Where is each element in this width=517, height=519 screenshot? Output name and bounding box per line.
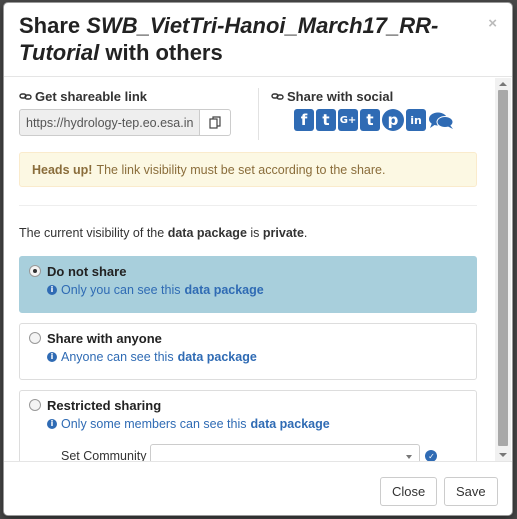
title-suffix: with others (105, 40, 223, 65)
social-share-label: Share with social (271, 88, 454, 105)
option-desc-object: data package (250, 417, 330, 431)
divider (19, 205, 477, 206)
option-desc-text: Only you can see this (61, 283, 181, 297)
scroll-up-icon[interactable] (499, 82, 507, 86)
option-description: i Anyone can see this data package (47, 349, 466, 365)
social-icons: f t G+ t p in (271, 109, 454, 131)
option-title: Restricted sharing (47, 398, 162, 413)
shareable-link-input[interactable] (19, 109, 200, 136)
option-desc-text: Only some members can see this (61, 417, 247, 431)
option-desc-object: data package (177, 350, 257, 364)
facebook-icon[interactable]: f (294, 109, 314, 131)
alert-strong: Heads up! (32, 162, 93, 177)
share-modal: Share SWB_VietTri-Hanoi_March17_RR-Tutor… (3, 2, 513, 516)
link-icon (19, 93, 32, 100)
title-prefix: Share (19, 13, 81, 38)
shareable-link-label: Get shareable link (19, 88, 244, 105)
option-desc-text: Anyone can see this (61, 350, 174, 364)
visibility-prefix: The current visibility of the (19, 226, 165, 240)
option-description: i Only some members can see this data pa… (47, 416, 466, 432)
modal-body: Get shareable link https://hydrology-tep… (4, 78, 493, 461)
radio-share-with-anyone[interactable] (29, 332, 41, 344)
option-title: Do not share (47, 264, 127, 279)
radio-do-not-share[interactable] (29, 265, 41, 277)
radio-restricted-sharing[interactable] (29, 399, 41, 411)
visibility-middle: is (250, 226, 260, 240)
save-button[interactable]: Save (444, 477, 498, 506)
option-title: Share with anyone (47, 331, 162, 346)
visibility-object: data package (167, 226, 247, 240)
close-button[interactable]: Close (380, 477, 438, 506)
info-icon: i (47, 419, 57, 429)
close-icon[interactable]: × (488, 15, 497, 32)
package-name: SWB_VietTri-Hanoi_March17_RR-Tutorial (19, 13, 439, 65)
link-input-group (19, 109, 244, 136)
modal-header: Share SWB_VietTri-Hanoi_March17_RR-Tutor… (4, 3, 512, 77)
share-row: Get shareable link https://hydrology-tep… (19, 88, 477, 152)
copy-icon (209, 116, 221, 129)
modal-scrollbar[interactable] (495, 78, 511, 461)
option-description: i Only you can see this data package (47, 282, 466, 298)
scroll-down-icon[interactable] (499, 453, 507, 457)
shareable-link-section: Get shareable link (19, 88, 244, 152)
linkedin-icon[interactable]: in (406, 109, 426, 131)
twitter-icon[interactable]: t (316, 109, 336, 131)
option-restricted-sharing[interactable]: Restricted sharing i Only some members c… (19, 390, 477, 461)
shareable-link-text: Get shareable link (35, 89, 147, 104)
google-plus-icon[interactable]: G+ (338, 109, 358, 131)
visibility-status: The current visibility of the data packa… (19, 225, 477, 241)
social-share-text: Share with social (287, 89, 394, 104)
comments-icon[interactable] (428, 109, 454, 131)
info-icon: i (47, 352, 57, 362)
pinterest-icon[interactable]: p (382, 109, 404, 131)
modal-footer: Close Save (4, 461, 512, 515)
modal-title: Share SWB_VietTri-Hanoi_March17_RR-Tutor… (19, 12, 474, 66)
social-share-section: Share with social f t G+ t p in (258, 88, 454, 140)
community-select[interactable] (150, 444, 421, 461)
visibility-state: private (262, 226, 304, 240)
scrollbar-thumb[interactable] (498, 90, 508, 446)
check-circle-icon: ✓ (425, 450, 438, 461)
copy-link-button[interactable] (200, 109, 231, 136)
alert-text: The link visibility must be set accordin… (96, 162, 386, 177)
option-desc-object: data package (184, 283, 264, 297)
comments-icon-shape (429, 112, 454, 129)
link-icon (271, 93, 284, 100)
visibility-alert: Heads up! The link visibility must be se… (19, 152, 477, 187)
tumblr-icon[interactable]: t (360, 109, 380, 131)
option-share-with-anyone[interactable]: Share with anyone i Anyone can see this … (19, 323, 477, 380)
community-label: Set Community (61, 449, 147, 461)
info-icon: i (47, 285, 57, 295)
visibility-suffix: . (303, 226, 308, 240)
option-do-not-share[interactable]: Do not share i Only you can see this dat… (19, 256, 477, 313)
community-row: Set Community ✓ (61, 444, 466, 461)
